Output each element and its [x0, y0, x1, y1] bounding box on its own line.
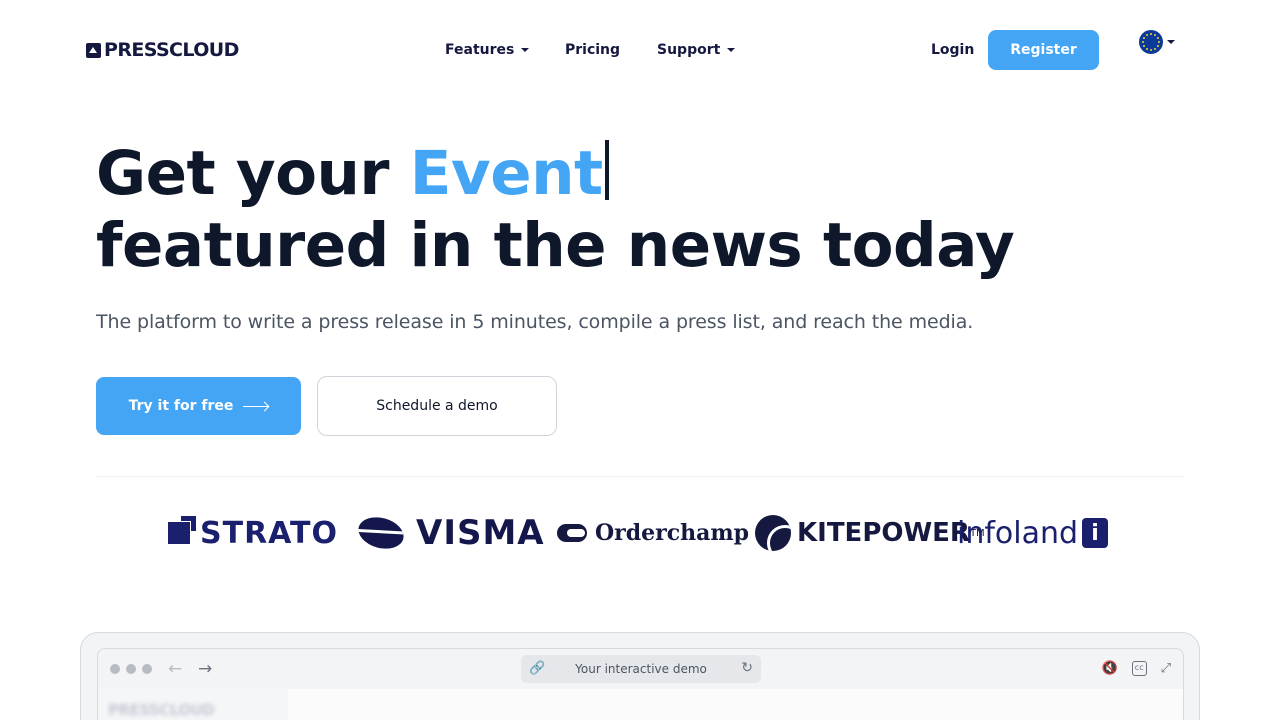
captions-icon[interactable]: cc: [1131, 661, 1147, 676]
hero-title-accent: Event: [409, 138, 603, 209]
forward-arrow-icon[interactable]: →: [198, 659, 212, 679]
logo-text: PRESSCLOUD: [104, 39, 239, 61]
demo-content: PRESSCLOUD: [98, 689, 1183, 720]
section-divider: [96, 476, 1184, 477]
strato-logo-icon: [168, 516, 196, 544]
demo-sidebar: PRESSCLOUD: [98, 689, 288, 720]
try-free-label: Try it for free: [128, 398, 234, 414]
register-button[interactable]: Register: [988, 30, 1099, 70]
nav-features[interactable]: Features: [445, 42, 530, 58]
demo-url-bar: 🔗 Your interactive demo ↻: [521, 655, 761, 683]
eu-flag-icon: [1139, 30, 1163, 54]
nav-features-label: Features: [445, 42, 515, 58]
fullscreen-icon[interactable]: ⤢: [1161, 661, 1171, 676]
logo-orderchamp: Orderchamp: [557, 512, 749, 554]
visma-logo-text: VISMA: [416, 513, 545, 553]
arrow-right-icon: [243, 405, 269, 407]
schedule-demo-button[interactable]: Schedule a demo: [317, 376, 557, 436]
logo-infoland: infoland i: [957, 512, 1109, 554]
hero-subtitle: The platform to write a press release in…: [96, 311, 974, 333]
presscloud-logo[interactable]: PRESSCLOUD: [86, 39, 239, 61]
orderchamp-logo-icon: [557, 524, 587, 542]
kitepower-logo-icon: [755, 515, 791, 551]
hero-title-prefix: Get your: [96, 138, 410, 209]
infoland-logo-text: infoland: [957, 515, 1079, 551]
demo-browser-window[interactable]: ← → 🔗 Your interactive demo ↻ 🔇 cc ⤢ PRE…: [97, 648, 1184, 720]
back-arrow-icon[interactable]: ←: [168, 659, 182, 679]
nav-pricing[interactable]: Pricing: [565, 42, 620, 58]
chevron-down-icon: [521, 48, 530, 52]
nav-pricing-label: Pricing: [565, 42, 621, 58]
login-link[interactable]: Login: [931, 40, 974, 60]
demo-inner-logo: PRESSCLOUD: [108, 701, 215, 719]
chevron-down-icon: [727, 48, 736, 52]
nav-support-label: Support: [657, 42, 721, 58]
chevron-down-icon: [1167, 40, 1175, 44]
language-selector[interactable]: [1139, 30, 1175, 54]
demo-url-label: Your interactive demo: [575, 662, 707, 676]
infoland-logo-icon: i: [1082, 518, 1109, 548]
try-free-button[interactable]: Try it for free: [96, 377, 301, 435]
window-controls: [110, 664, 152, 674]
link-icon: 🔗: [529, 661, 546, 676]
reload-icon[interactable]: ↻: [741, 660, 753, 676]
logo-kitepower: KITEPOWER TM: [755, 512, 985, 554]
site-header: PRESSCLOUD Features Pricing Support Logi…: [0, 0, 1280, 100]
hero-title-line2: featured in the news today: [96, 210, 1015, 281]
logo-mark-icon: [86, 42, 101, 58]
demo-toolbar: 🔇 cc ⤢: [1102, 661, 1171, 676]
mute-icon[interactable]: 🔇: [1102, 661, 1118, 676]
logo-visma: VISMA: [354, 512, 545, 554]
strato-logo-text: STRATO: [200, 515, 339, 551]
orderchamp-logo-text: Orderchamp: [595, 520, 750, 546]
visma-logo-icon: [354, 512, 408, 554]
hero-title: Get your Event featured in the news toda…: [96, 138, 1096, 282]
typing-cursor: [604, 140, 609, 200]
kitepower-logo-text: KITEPOWER: [797, 518, 970, 548]
nav-support[interactable]: Support: [657, 42, 736, 58]
logo-strato: STRATO: [168, 512, 338, 554]
